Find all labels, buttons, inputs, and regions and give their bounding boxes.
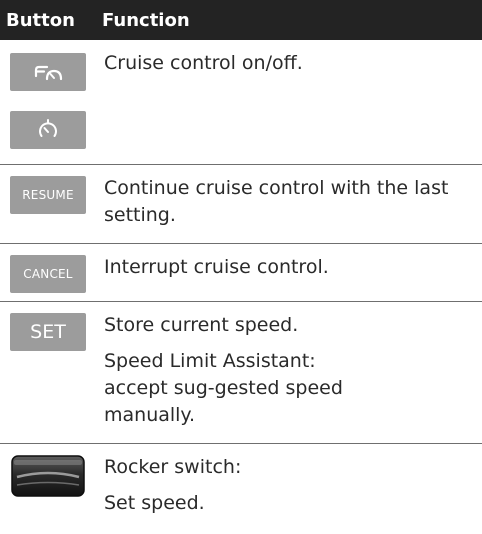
- header-function: Function: [102, 9, 190, 31]
- table-row: RESUME Continue cruise control with the …: [0, 165, 482, 244]
- table-row: Cruise control on/off.: [0, 40, 482, 165]
- rocker-switch-icon: [11, 455, 85, 497]
- function-description: Rocker switch: Set speed.: [104, 444, 482, 534]
- button-cell: [0, 444, 104, 534]
- cruise-control-icon: [34, 65, 63, 81]
- button-cell: RESUME: [0, 165, 104, 243]
- function-text: Rocker switch:: [104, 456, 242, 478]
- function-description: Interrupt cruise control.: [104, 244, 482, 301]
- function-text: Interrupt cruise control.: [104, 256, 329, 278]
- table-row: SET Store current speed. Speed Limit Ass…: [0, 302, 482, 444]
- function-text: Set speed.: [104, 492, 205, 514]
- resume-button[interactable]: RESUME: [10, 176, 86, 214]
- function-table: Button Function Cruise control on/off. R…: [0, 0, 482, 534]
- function-description: Continue cruise control with the last se…: [104, 165, 482, 243]
- speedometer-button[interactable]: [10, 111, 86, 149]
- table-row: Rocker switch: Set speed.: [0, 444, 482, 534]
- header-button: Button: [6, 9, 75, 31]
- rocker-switch[interactable]: [11, 455, 85, 497]
- function-text: Continue cruise control with the last se…: [104, 177, 449, 226]
- function-description: Cruise control on/off.: [104, 40, 482, 164]
- function-text: Speed Limit Assistant: accept sug-gested…: [104, 350, 343, 426]
- cancel-button[interactable]: CANCEL: [10, 255, 86, 293]
- set-button[interactable]: SET: [10, 313, 86, 351]
- function-description: Store current speed. Speed Limit Assista…: [104, 302, 482, 443]
- function-text: Store current speed.: [104, 314, 299, 336]
- button-cell: CANCEL: [0, 244, 104, 301]
- function-text: Cruise control on/off.: [104, 52, 303, 74]
- table-header: Button Function: [0, 0, 482, 40]
- button-cell: [0, 40, 104, 164]
- cruise-control-button[interactable]: [10, 53, 86, 91]
- button-cell: SET: [0, 302, 104, 443]
- speedometer-icon: [39, 119, 57, 137]
- table-row: CANCEL Interrupt cruise control.: [0, 244, 482, 302]
